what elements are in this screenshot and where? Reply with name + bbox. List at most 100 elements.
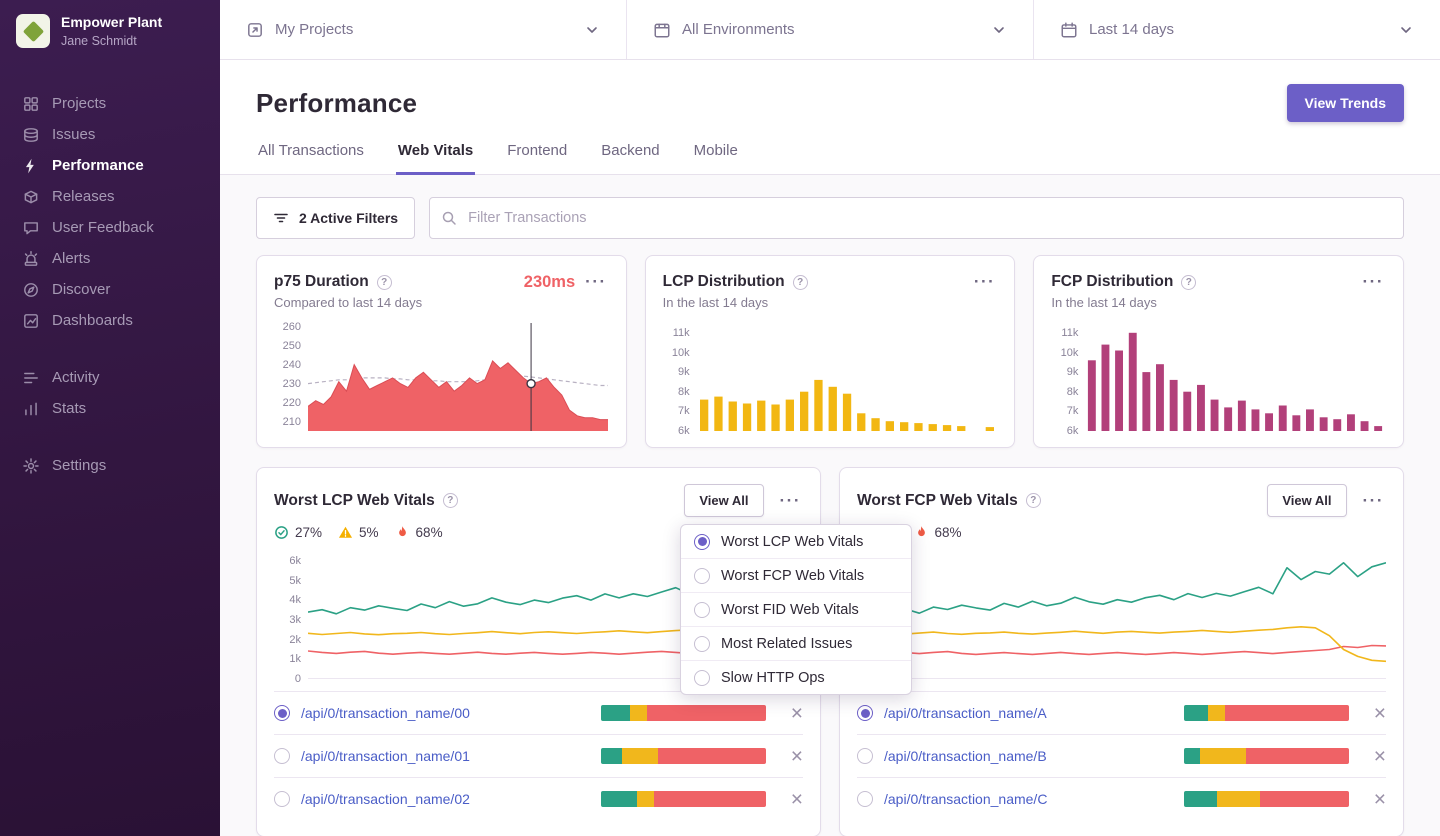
help-icon[interactable]: [1181, 275, 1196, 290]
transaction-radio[interactable]: [857, 791, 873, 807]
badge-value: 27%: [295, 525, 322, 540]
user-feedback-icon: [22, 219, 40, 237]
transaction-link[interactable]: /api/0/transaction_name/01: [301, 748, 470, 764]
y-axis-label: 2k: [274, 634, 301, 646]
tab-mobile[interactable]: Mobile: [692, 142, 740, 175]
help-icon[interactable]: [377, 275, 392, 290]
sidebar-item-label: Discover: [52, 281, 110, 298]
view-all-button[interactable]: View All: [1267, 484, 1346, 517]
search-input[interactable]: [429, 197, 1404, 239]
dropdown-radio[interactable]: [694, 568, 710, 584]
transaction-link[interactable]: /api/0/transaction_name/A: [884, 705, 1047, 721]
discover-icon: [22, 281, 40, 299]
dropdown-item-most-related-issues[interactable]: Most Related Issues: [681, 626, 911, 660]
vitals-distribution-bar: [1184, 705, 1349, 721]
y-axis-label: 6k: [274, 555, 301, 567]
org-name: Empower Plant: [61, 14, 162, 32]
y-axis-label: 1k: [274, 653, 301, 665]
transaction-radio[interactable]: [274, 705, 290, 721]
more-options-icon[interactable]: [1361, 272, 1386, 292]
close-icon[interactable]: [791, 789, 803, 810]
close-icon[interactable]: [791, 703, 803, 724]
sidebar-item-alerts[interactable]: Alerts: [0, 243, 220, 274]
card-subtitle: Compared to last 14 days: [274, 295, 609, 310]
transaction-radio[interactable]: [274, 791, 290, 807]
sidebar-item-discover[interactable]: Discover: [0, 274, 220, 305]
sidebar-item-issues[interactable]: Issues: [0, 119, 220, 150]
sidebar-item-settings[interactable]: Settings: [0, 450, 220, 481]
sidebar-item-label: Dashboards: [52, 312, 133, 329]
transaction-link[interactable]: /api/0/transaction_name/C: [884, 791, 1047, 807]
date-range-picker[interactable]: Last 14 days: [1033, 0, 1440, 59]
help-icon[interactable]: [443, 493, 458, 508]
sidebar-item-releases[interactable]: Releases: [0, 181, 220, 212]
transaction-link[interactable]: /api/0/transaction_name/B: [884, 748, 1047, 764]
transaction-link[interactable]: /api/0/transaction_name/02: [301, 791, 470, 807]
sidebar-item-label: Issues: [52, 126, 95, 143]
sidebar-item-activity[interactable]: Activity: [0, 362, 220, 393]
badge-value: 68%: [935, 525, 962, 540]
vitals-badges: 5%68%: [857, 525, 1386, 540]
sidebar-item-label: User Feedback: [52, 219, 154, 236]
active-filters-button[interactable]: 2 Active Filters: [256, 197, 415, 239]
close-icon[interactable]: [791, 746, 803, 767]
help-icon[interactable]: [793, 275, 808, 290]
dropdown-radio[interactable]: [694, 636, 710, 652]
view-all-button[interactable]: View All: [684, 484, 763, 517]
dropdown-item-label: Most Related Issues: [721, 636, 852, 652]
dropdown-radio[interactable]: [694, 534, 710, 550]
lcp-chart: 11k10k9k8k7k6k: [663, 323, 998, 431]
sidebar-item-stats[interactable]: Stats: [0, 393, 220, 424]
view-trends-button[interactable]: View Trends: [1287, 84, 1404, 122]
transaction-list: /api/0/transaction_name/00/api/0/transac…: [274, 691, 803, 820]
dropdown-item-worst-fid-web-vitals[interactable]: Worst FID Web Vitals: [681, 592, 911, 626]
vitals-selector-dropdown: Worst LCP Web Vitals Worst FCP Web Vitals…: [680, 524, 912, 695]
tab-frontend[interactable]: Frontend: [505, 142, 569, 175]
transaction-link[interactable]: /api/0/transaction_name/00: [301, 705, 470, 721]
dropdown-item-slow-http-ops[interactable]: Slow HTTP Ops: [681, 660, 911, 694]
poor-badge: 68%: [914, 525, 962, 540]
dropdown-item-worst-lcp-web-vitals[interactable]: Worst LCP Web Vitals: [681, 525, 911, 558]
transaction-radio[interactable]: [274, 748, 290, 764]
tab-all-transactions[interactable]: All Transactions: [256, 142, 366, 175]
transaction-row: /api/0/transaction_name/00: [274, 691, 803, 734]
dropdown-radio[interactable]: [694, 602, 710, 618]
y-axis-label: 9k: [1051, 366, 1078, 378]
more-options-icon[interactable]: [778, 491, 803, 511]
more-options-icon[interactable]: [1361, 491, 1386, 511]
close-icon[interactable]: [1374, 746, 1386, 767]
tab-backend[interactable]: Backend: [599, 142, 661, 175]
y-axis-label: 260: [274, 321, 301, 333]
close-icon[interactable]: [1374, 703, 1386, 724]
sidebar-item-user-feedback[interactable]: User Feedback: [0, 212, 220, 243]
more-options-icon[interactable]: [583, 272, 608, 292]
more-options-icon[interactable]: [972, 272, 997, 292]
sidebar-item-projects[interactable]: Projects: [0, 88, 220, 119]
close-icon[interactable]: [1374, 789, 1386, 810]
y-axis-label: 210: [274, 416, 301, 428]
sidebar-item-label: Settings: [52, 457, 106, 474]
org-switcher[interactable]: Empower Plant Jane Schmidt: [0, 0, 220, 66]
sidebar-item-dashboards[interactable]: Dashboards: [0, 305, 220, 336]
releases-icon: [22, 188, 40, 206]
dropdown-item-worst-fcp-web-vitals[interactable]: Worst FCP Web Vitals: [681, 558, 911, 592]
tab-web-vitals[interactable]: Web Vitals: [396, 142, 475, 175]
stats-icon: [22, 400, 40, 418]
dropdown-radio[interactable]: [694, 670, 710, 686]
dropdown-item-label: Worst LCP Web Vitals: [721, 534, 863, 550]
sidebar-item-performance[interactable]: Performance: [0, 150, 220, 181]
p75-value: 230ms: [524, 273, 575, 292]
project-picker[interactable]: My Projects: [220, 0, 626, 59]
vitals-distribution-bar: [601, 748, 766, 764]
projects-icon: [246, 21, 264, 39]
y-axis-label: 6k: [663, 425, 690, 437]
performance-icon: [22, 157, 40, 175]
p75-duration-card: p75 Duration 230ms Compared to last 14 d…: [256, 255, 627, 448]
topbar: My Projects All Environments Last 14 day…: [220, 0, 1440, 60]
y-axis-label: 230: [274, 378, 301, 390]
transaction-radio[interactable]: [857, 748, 873, 764]
help-icon[interactable]: [1026, 493, 1041, 508]
transaction-radio[interactable]: [857, 705, 873, 721]
environment-picker[interactable]: All Environments: [626, 0, 1033, 59]
y-axis-label: 6k: [1051, 425, 1078, 437]
